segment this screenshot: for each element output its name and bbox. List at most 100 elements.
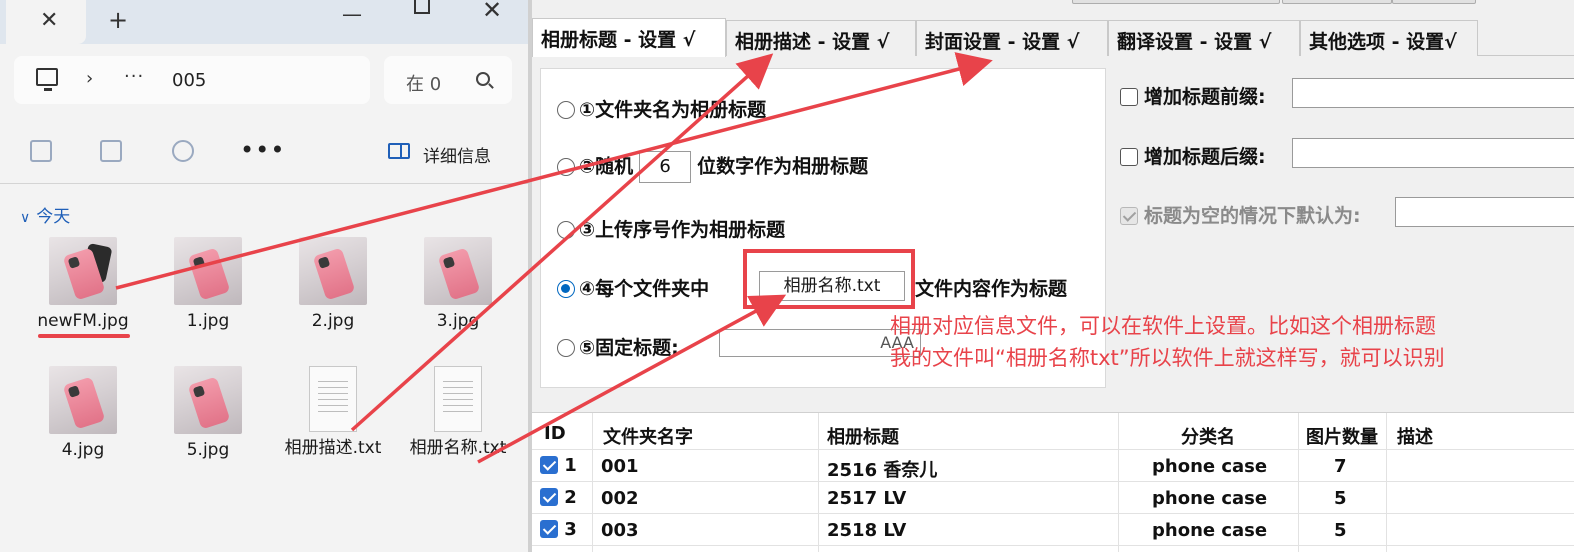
group-header-today[interactable]: ∨ 今天 xyxy=(20,202,70,227)
tab-translation-settings[interactable]: 翻译设置 - 设置 √ xyxy=(1108,20,1300,56)
table-row[interactable]: 3 xyxy=(540,519,577,540)
group-label: 今天 xyxy=(36,207,71,227)
option-label: 位数字作为相册标题 xyxy=(697,155,869,178)
minimize-icon[interactable]: — xyxy=(342,2,362,26)
header-image-count[interactable]: 图片数量 xyxy=(1306,423,1378,449)
row-checkbox[interactable] xyxy=(540,520,558,538)
file-item[interactable]: 5.jpg xyxy=(153,366,263,460)
file-item[interactable]: 4.jpg xyxy=(28,366,138,460)
header-description[interactable]: 描述 xyxy=(1397,423,1433,449)
digit-count-input[interactable]: 6 xyxy=(639,151,692,183)
rename-icon[interactable] xyxy=(100,140,122,162)
table-row[interactable]: 2 xyxy=(540,487,577,508)
settings-tabs: 相册标题 - 设置 √ 相册描述 - 设置 √ 封面设置 - 设置 √ 翻译设置… xyxy=(532,18,1574,57)
radio-option-3[interactable] xyxy=(557,221,575,239)
top-button[interactable] xyxy=(1392,0,1476,4)
file-item[interactable]: 相册描述.txt xyxy=(278,366,388,458)
option-label: ⑤固定标题: xyxy=(579,337,679,359)
option-label: ③上传序号作为相册标题 xyxy=(579,219,786,241)
option-label: ②随机 xyxy=(579,155,634,178)
explorer-tab[interactable]: ✕ xyxy=(6,0,86,44)
option-file-content[interactable]: ④每个文件夹中 xyxy=(557,274,709,301)
chevron-right-icon[interactable]: › xyxy=(86,68,93,89)
default-title-checkbox xyxy=(1120,207,1138,225)
cell-category: phone case xyxy=(1152,520,1268,541)
highlight-box xyxy=(743,249,915,309)
radio-option-2[interactable] xyxy=(557,157,575,176)
file-item[interactable]: 1.jpg xyxy=(153,237,263,331)
prefix-checkbox[interactable] xyxy=(1120,88,1138,106)
search-icon[interactable] xyxy=(476,72,490,86)
header-id[interactable]: ID xyxy=(544,423,566,444)
radio-option-4-selected[interactable] xyxy=(557,280,575,298)
new-tab-icon[interactable]: + xyxy=(108,6,128,34)
top-button[interactable] xyxy=(1072,0,1280,4)
option-upload-sequence[interactable]: ③上传序号作为相册标题 xyxy=(557,215,785,242)
title-options-panel: ①文件夹名为相册标题 ②随机 6 位数字作为相册标题 ③上传序号作为相册标题 ④每个… xyxy=(540,68,1106,388)
row-checkbox[interactable] xyxy=(540,456,558,474)
paste-icon[interactable] xyxy=(30,140,52,162)
image-thumbnail xyxy=(49,237,117,305)
prefix-input[interactable] xyxy=(1292,78,1574,108)
highlight-underline xyxy=(38,334,130,338)
tab-cover-settings[interactable]: 封面设置 - 设置 √ xyxy=(916,20,1108,56)
tab-album-description[interactable]: 相册描述 - 设置 √ xyxy=(726,20,916,56)
default-title-option: 标题为空的情况下默认为: xyxy=(1120,201,1361,228)
cell-folder: 002 xyxy=(601,488,639,509)
header-folder-name[interactable]: 文件夹名字 xyxy=(603,423,693,449)
more-options-icon[interactable]: ••• xyxy=(240,136,285,164)
file-item[interactable]: 2.jpg xyxy=(278,237,388,331)
close-tab-icon[interactable]: ✕ xyxy=(40,8,58,33)
default-title-input[interactable] xyxy=(1395,197,1574,227)
chevron-down-icon[interactable]: ∨ xyxy=(20,210,30,226)
file-item[interactable]: 相册名称.txt xyxy=(403,366,513,458)
suffix-checkbox[interactable] xyxy=(1120,148,1138,166)
option-label: ①文件夹名为相册标题 xyxy=(579,99,767,121)
address-bar[interactable]: › ··· 005 xyxy=(14,56,370,104)
cell-id: 3 xyxy=(564,519,577,540)
cell-count: 7 xyxy=(1334,456,1347,477)
search-placeholder: 在 0 xyxy=(406,74,442,95)
option-fixed-title[interactable]: ⑤固定标题: xyxy=(557,333,679,360)
radio-option-1[interactable] xyxy=(557,101,575,119)
top-button[interactable] xyxy=(1282,0,1392,4)
image-thumbnail xyxy=(174,366,242,434)
annotation-line-1: 相册对应信息文件，可以在软件上设置。比如这个相册标题 xyxy=(890,314,1436,338)
option-folder-name[interactable]: ①文件夹名为相册标题 xyxy=(557,95,766,122)
cell-title: 2517 LV xyxy=(827,488,907,509)
add-prefix-option[interactable]: 增加标题前缀: xyxy=(1120,82,1266,109)
row-checkbox[interactable] xyxy=(540,488,558,506)
file-name: 相册描述.txt xyxy=(284,438,382,458)
details-pane-icon[interactable] xyxy=(388,143,410,159)
details-button[interactable]: 详细信息 xyxy=(423,142,491,167)
file-item[interactable]: newFM.jpg xyxy=(28,237,138,331)
tab-album-title[interactable]: 相册标题 - 设置 √ xyxy=(532,18,726,57)
radio-option-5[interactable] xyxy=(557,339,575,357)
option-random-digits[interactable]: ②随机 6 位数字作为相册标题 xyxy=(557,151,868,183)
suffix-input[interactable] xyxy=(1292,138,1574,168)
maximize-icon[interactable] xyxy=(414,0,430,14)
share-icon[interactable] xyxy=(172,140,194,162)
breadcrumb-folder[interactable]: 005 xyxy=(172,70,206,91)
search-box[interactable]: 在 0 xyxy=(384,56,512,104)
cell-id: 1 xyxy=(564,455,577,476)
image-thumbnail xyxy=(299,237,367,305)
option-label: 增加标题前缀: xyxy=(1144,86,1266,108)
file-item[interactable]: 3.jpg xyxy=(403,237,513,331)
file-name: newFM.jpg xyxy=(37,311,129,331)
image-thumbnail xyxy=(424,237,492,305)
window-close-icon[interactable]: ✕ xyxy=(482,0,502,24)
computer-icon[interactable] xyxy=(36,68,58,91)
option-label: 标题为空的情况下默认为: xyxy=(1144,205,1361,227)
add-suffix-option[interactable]: 增加标题后缀: xyxy=(1120,142,1266,169)
header-album-title[interactable]: 相册标题 xyxy=(827,423,899,449)
file-name: 相册名称.txt xyxy=(409,438,507,458)
cell-category: phone case xyxy=(1152,488,1268,509)
cell-category: phone case xyxy=(1152,456,1268,477)
table-row[interactable]: 1 xyxy=(540,455,577,476)
text-file-icon xyxy=(309,366,357,432)
header-category[interactable]: 分类名 xyxy=(1181,423,1235,449)
tab-other-options[interactable]: 其他选项 - 设置√ xyxy=(1300,20,1478,56)
more-path-icon[interactable]: ··· xyxy=(124,66,144,87)
album-table: ID 文件夹名字 相册标题 分类名 图片数量 描述 1 001 2516 香奈儿… xyxy=(532,412,1574,552)
